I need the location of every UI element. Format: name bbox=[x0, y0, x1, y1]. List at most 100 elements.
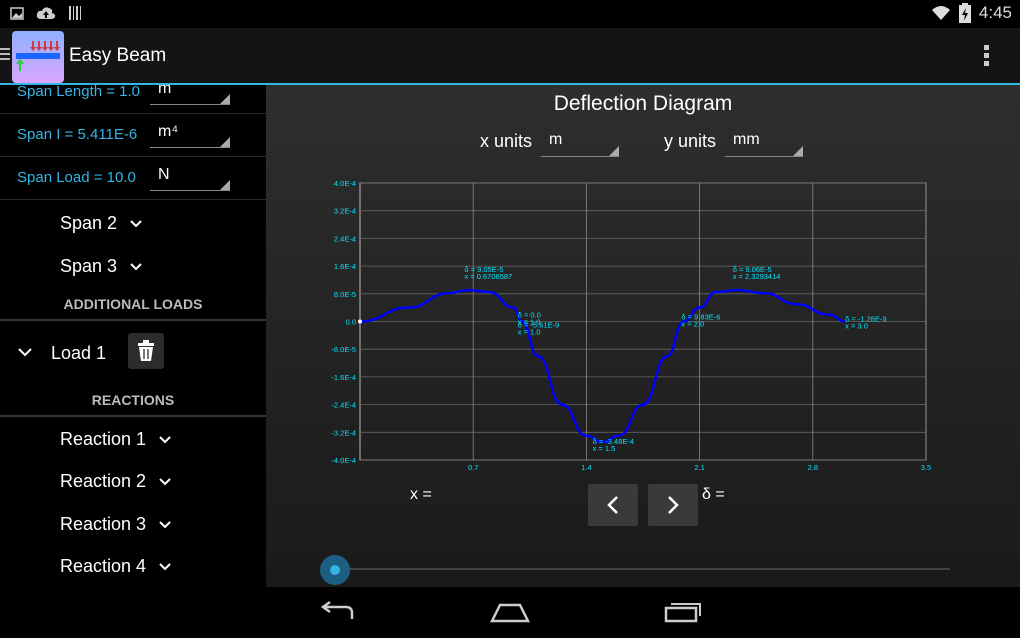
x-tick-label: 3.5 bbox=[921, 463, 931, 472]
y-tick-label: -4.0E-4 bbox=[331, 456, 356, 465]
chevron-down-icon bbox=[130, 219, 142, 227]
annotation-label: x = 2.3293414 bbox=[733, 272, 781, 281]
wifi-icon bbox=[931, 6, 950, 20]
delete-load-button[interactable] bbox=[128, 333, 164, 369]
y-units-value: mm bbox=[733, 131, 760, 148]
y-units-label: y units bbox=[664, 131, 717, 151]
position-slider-track[interactable] bbox=[346, 568, 950, 570]
annotation-label: x = 1.0 bbox=[518, 328, 541, 337]
data-annotation: δ = 9.06E-5x = 2.3293414 bbox=[733, 265, 781, 281]
y-units-spinner[interactable]: mm bbox=[725, 127, 803, 157]
y-tick-label: -1.6E-4 bbox=[331, 373, 356, 382]
span-inertia-row: Span I = 5.411E-6 m⁴ bbox=[0, 114, 266, 157]
span-length-unit-spinner[interactable]: m bbox=[150, 85, 230, 105]
x-units-spinner[interactable]: m bbox=[541, 127, 619, 157]
reaction-1-label: Reaction 1 bbox=[60, 429, 147, 449]
span-3-label: Span 3 bbox=[60, 256, 118, 276]
x-tick-label: 2.1 bbox=[694, 463, 704, 472]
image-notification-icon bbox=[10, 6, 24, 20]
reactions-heading: REACTIONS bbox=[91, 392, 175, 408]
y-tick-label: 1.6E-4 bbox=[334, 262, 356, 271]
load-1-row[interactable]: Load 1 bbox=[0, 333, 266, 373]
span-length-row: Span Length = 1.0 m bbox=[0, 85, 266, 114]
reaction-4-label: Reaction 4 bbox=[60, 556, 147, 576]
span-2-expander[interactable]: Span 2 bbox=[60, 213, 143, 234]
reaction-1-expander[interactable]: Reaction 1 bbox=[60, 429, 172, 450]
y-tick-label: 0.0 bbox=[346, 318, 356, 327]
chevron-right-icon bbox=[668, 496, 679, 514]
span-inertia-unit: m⁴ bbox=[158, 123, 179, 140]
chevron-down-icon bbox=[159, 562, 171, 570]
span-length-label: Span Length = 1.0 bbox=[17, 85, 141, 100]
data-annotation: δ = -3.48E-4x = 1.5 bbox=[593, 437, 635, 453]
spinner-arrow-icon bbox=[793, 146, 803, 156]
span-inertia-unit-spinner[interactable]: m⁴ bbox=[150, 118, 230, 148]
spinner-arrow-icon bbox=[609, 146, 619, 156]
divider bbox=[0, 319, 266, 321]
recent-apps-icon[interactable] bbox=[664, 599, 702, 623]
span-inertia-label: Span I = 5.411E-6 bbox=[17, 126, 138, 143]
nav-drawer-icon[interactable] bbox=[0, 48, 10, 63]
position-slider-thumb[interactable] bbox=[320, 555, 350, 585]
x-tick-label: 1.4 bbox=[581, 463, 591, 472]
system-nav-bar bbox=[0, 587, 1020, 638]
y-tick-label: -3.2E-4 bbox=[331, 428, 356, 437]
x-readout: x = bbox=[410, 486, 432, 503]
app-logo-icon[interactable] bbox=[12, 31, 64, 83]
span-load-label: Span Load = 10.0 bbox=[17, 169, 136, 186]
data-annotation: δ = -5.61E-9x = 1.0 bbox=[518, 321, 560, 337]
span-load-unit: N bbox=[158, 166, 170, 183]
app-title: Easy Beam bbox=[69, 45, 167, 66]
y-tick-label: -2.4E-4 bbox=[331, 401, 356, 410]
spinner-arrow-icon bbox=[220, 94, 230, 104]
y-tick-label: 2.4E-4 bbox=[334, 234, 356, 243]
x-units-label: x units bbox=[480, 131, 533, 151]
action-bar: Easy Beam bbox=[0, 28, 1020, 85]
spinner-arrow-icon bbox=[220, 137, 230, 147]
y-tick-label: 3.2E-4 bbox=[334, 207, 356, 216]
reaction-2-label: Reaction 2 bbox=[60, 471, 147, 491]
clock: 4:45 bbox=[978, 3, 1012, 22]
data-annotation: δ = 9.05E-5x = 0.6706587 bbox=[464, 265, 512, 281]
next-point-button[interactable] bbox=[648, 484, 698, 526]
load-1-label: Load 1 bbox=[51, 343, 107, 363]
additional-loads-heading: ADDITIONAL LOADS bbox=[63, 296, 203, 312]
x-tick-label: 0.7 bbox=[468, 463, 478, 472]
chevron-down-icon bbox=[159, 477, 171, 485]
previous-point-button[interactable] bbox=[588, 484, 638, 526]
overflow-menu-icon[interactable] bbox=[984, 45, 990, 69]
reaction-2-expander[interactable]: Reaction 2 bbox=[60, 471, 172, 492]
y-tick-label: 8.0E-5 bbox=[334, 290, 356, 299]
data-annotation: δ = -1.28E-9x = 3.0 bbox=[845, 315, 887, 331]
trash-icon bbox=[138, 340, 154, 361]
deflection-chart[interactable]: 4.0E-4 3.2E-4 2.4E-4 1.6E-4 8.0E-5 0.0 -8.0E-5… bbox=[326, 177, 936, 473]
reaction-3-label: Reaction 3 bbox=[60, 514, 147, 534]
battery-icon bbox=[958, 3, 971, 23]
span-2-label: Span 2 bbox=[60, 213, 118, 233]
spinner-arrow-icon bbox=[220, 180, 230, 190]
annotation-label: x = 0.6706587 bbox=[464, 272, 512, 281]
chevron-down-icon bbox=[159, 520, 171, 528]
diagram-title: Deflection Diagram bbox=[553, 92, 733, 115]
y-tick-label: -8.0E-5 bbox=[331, 345, 356, 354]
divider bbox=[0, 415, 266, 417]
annotation-label: x = 1.5 bbox=[593, 444, 616, 453]
span-length-unit: m bbox=[158, 85, 172, 97]
home-icon[interactable] bbox=[490, 601, 530, 623]
beam-properties-panel: Span Length = 1.0 m Span I = 5.411E-6 m⁴… bbox=[0, 85, 266, 587]
span-load-row: Span Load = 10.0 N bbox=[0, 157, 266, 200]
deflection-curve bbox=[359, 288, 846, 444]
span-3-expander[interactable]: Span 3 bbox=[60, 256, 143, 277]
reaction-3-expander[interactable]: Reaction 3 bbox=[60, 514, 172, 535]
chevron-down-icon bbox=[159, 435, 171, 443]
origin-point bbox=[358, 319, 362, 324]
cloud-upload-icon bbox=[36, 7, 56, 19]
barcode-icon bbox=[69, 6, 81, 20]
reaction-4-expander[interactable]: Reaction 4 bbox=[60, 556, 172, 577]
span-load-unit-spinner[interactable]: N bbox=[150, 161, 230, 191]
status-bar: 4:45 bbox=[0, 0, 1020, 28]
data-annotation: δ = 9.83E-6x = 2.0 bbox=[681, 313, 720, 329]
chevron-down-icon[interactable] bbox=[17, 345, 33, 359]
back-icon[interactable] bbox=[318, 601, 356, 623]
deflection-diagram-panel: Deflection Diagram x units m y units mm … bbox=[266, 85, 1020, 587]
